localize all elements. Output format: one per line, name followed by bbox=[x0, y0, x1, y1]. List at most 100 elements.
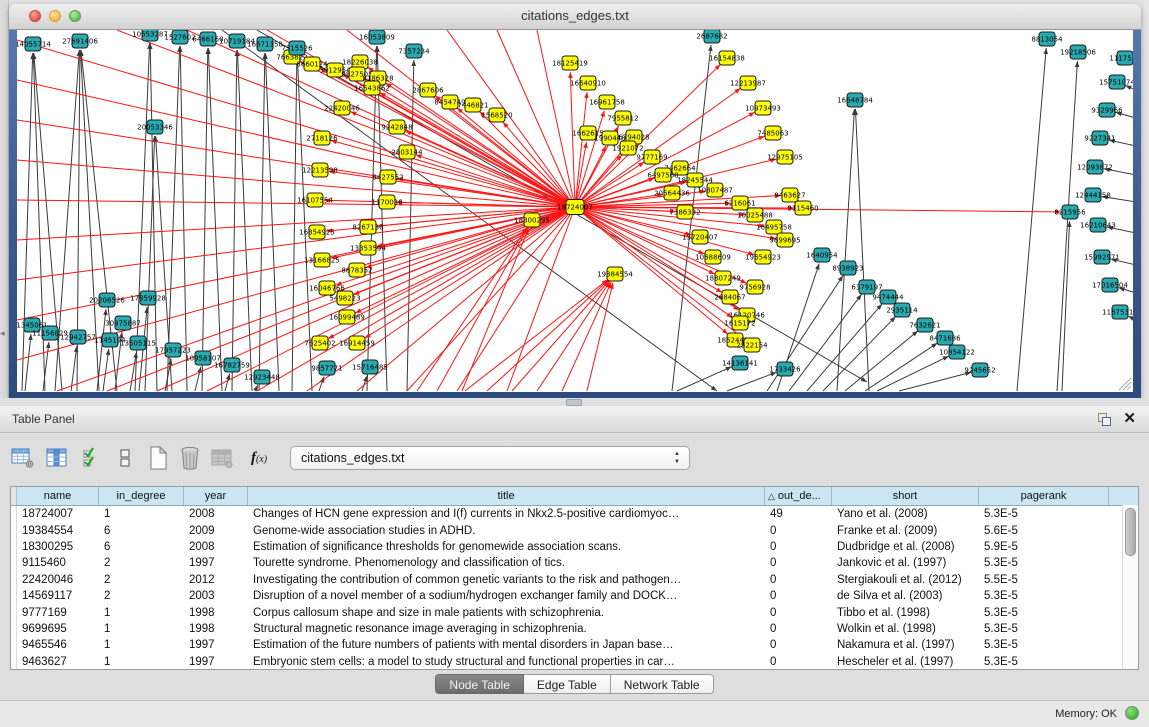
table-cell[interactable]: 9465546 bbox=[17, 639, 99, 651]
table-row[interactable]: 1456911722003Disruption of a novel membe… bbox=[11, 588, 1138, 604]
function-builder-button[interactable]: f(x) bbox=[244, 442, 274, 474]
table-cell[interactable]: 6 bbox=[99, 525, 184, 537]
table-row[interactable]: 2242004622012Investigating the contribut… bbox=[11, 572, 1138, 588]
table-row[interactable]: 946554611997Estimation of the future num… bbox=[11, 637, 1138, 653]
table-settings-button[interactable] bbox=[8, 442, 38, 474]
table-cell[interactable]: 1997 bbox=[184, 639, 248, 651]
table-cell[interactable]: 1997 bbox=[184, 557, 248, 569]
table-cell[interactable]: 2 bbox=[99, 574, 184, 586]
table-selector[interactable]: citations_edges.txt ▲▼ bbox=[290, 446, 690, 470]
column-header-short[interactable]: short bbox=[832, 487, 979, 505]
table-row[interactable]: 1830029562008Estimation of significance … bbox=[11, 539, 1138, 555]
network-canvas[interactable]: 1872400718300295193845547663822866012439… bbox=[17, 30, 1133, 392]
table-cell[interactable]: 5.3E-5 bbox=[979, 590, 1109, 602]
float-panel-button[interactable] bbox=[1098, 413, 1111, 426]
splitter-handle-icon[interactable] bbox=[566, 399, 582, 406]
table-cell[interactable]: 5.3E-5 bbox=[979, 656, 1109, 668]
column-header-title[interactable]: title bbox=[248, 487, 765, 505]
table-cell[interactable]: 0 bbox=[765, 590, 832, 602]
column-header-pagerank[interactable]: pagerank bbox=[979, 487, 1109, 505]
table-cell[interactable]: Tibbo et al. (1998) bbox=[832, 607, 979, 619]
table-cell[interactable]: Genome-wide association studies in ADHD. bbox=[248, 525, 765, 537]
table-cell[interactable]: 1998 bbox=[184, 623, 248, 635]
table-cell[interactable]: 5.3E-5 bbox=[979, 623, 1109, 635]
table-cell[interactable]: 1 bbox=[99, 623, 184, 635]
table-cell[interactable]: 2008 bbox=[184, 508, 248, 520]
table-cell[interactable]: 22420046 bbox=[17, 574, 99, 586]
table-cell[interactable]: 1 bbox=[99, 607, 184, 619]
table-cell[interactable]: 1 bbox=[99, 639, 184, 651]
table-cell[interactable]: 0 bbox=[765, 525, 832, 537]
table-cell[interactable]: 5.3E-5 bbox=[979, 557, 1109, 569]
table-cell[interactable]: 18300295 bbox=[17, 541, 99, 553]
table-cell[interactable]: 1 bbox=[99, 656, 184, 668]
table-cell[interactable]: de Silva et al. (2003) bbox=[832, 590, 979, 602]
left-panel-splitter[interactable]: ◂ bbox=[0, 0, 9, 398]
table-cell[interactable]: Wolkin et al. (1998) bbox=[832, 623, 979, 635]
table-row[interactable]: 1872400712008Changes of HCN gene express… bbox=[11, 506, 1138, 522]
table-cell[interactable]: 0 bbox=[765, 574, 832, 586]
table-cell[interactable]: Estimation of the future numbers of pati… bbox=[248, 639, 765, 651]
table-cell[interactable]: 9115460 bbox=[17, 557, 99, 569]
table-cell[interactable]: 2008 bbox=[184, 541, 248, 553]
table-cell[interactable]: Tourette syndrome. Phenomenology and cla… bbox=[248, 557, 765, 569]
tab-node-table[interactable]: Node Table bbox=[435, 674, 524, 694]
table-cell[interactable]: Changes of HCN gene expression and I(f) … bbox=[248, 508, 765, 520]
table-cell[interactable]: 0 bbox=[765, 623, 832, 635]
table-cell[interactable]: 5.3E-5 bbox=[979, 508, 1109, 520]
table-cell[interactable]: 6 bbox=[99, 541, 184, 553]
table-cell[interactable]: 0 bbox=[765, 639, 832, 651]
table-cell[interactable]: Nakamura et al. (1997) bbox=[832, 639, 979, 651]
table-cell[interactable]: 0 bbox=[765, 541, 832, 553]
table-cell[interactable]: 18724007 bbox=[17, 508, 99, 520]
table-cell[interactable]: 5.6E-5 bbox=[979, 525, 1109, 537]
table-cell[interactable]: Disruption of a novel member of a sodium… bbox=[248, 590, 765, 602]
table-cell[interactable]: 2009 bbox=[184, 525, 248, 537]
table-row[interactable]: 977716911998Corpus callosum shape and si… bbox=[11, 604, 1138, 620]
row-height-button[interactable] bbox=[110, 442, 140, 474]
table-cell[interactable]: Structural magnetic resonance image aver… bbox=[248, 623, 765, 635]
table-cell[interactable]: 0 bbox=[765, 607, 832, 619]
table-cell[interactable]: Embryonic stem cells: a model to study s… bbox=[248, 656, 765, 668]
table-scrollbar-thumb[interactable] bbox=[1125, 508, 1136, 556]
tab-edge-table[interactable]: Edge Table bbox=[524, 674, 611, 694]
network-window-titlebar[interactable]: citations_edges.txt bbox=[9, 4, 1141, 30]
table-cell[interactable]: 2012 bbox=[184, 574, 248, 586]
table-cell[interactable]: Dudbridge et al. (2008) bbox=[832, 541, 979, 553]
table-cell[interactable]: 2003 bbox=[184, 590, 248, 602]
table-cell[interactable]: Estimation of significance thresholds fo… bbox=[248, 541, 765, 553]
table-cell[interactable]: Corpus callosum shape and size in male p… bbox=[248, 607, 765, 619]
table-cell[interactable]: 5.5E-5 bbox=[979, 574, 1109, 586]
tab-network-table[interactable]: Network Table bbox=[611, 674, 714, 694]
table-cell[interactable]: Stergiakouli et al. (2012) bbox=[832, 574, 979, 586]
table-cell[interactable]: 1 bbox=[99, 508, 184, 520]
table-cell[interactable]: 5.9E-5 bbox=[979, 541, 1109, 553]
table-cell[interactable]: 5.3E-5 bbox=[979, 607, 1109, 619]
close-panel-button[interactable]: ✕ bbox=[1123, 409, 1136, 427]
resize-grip-icon[interactable] bbox=[1119, 378, 1131, 390]
table-row[interactable]: 911546021997Tourette syndrome. Phenomeno… bbox=[11, 555, 1138, 571]
table-cell[interactable]: 9777169 bbox=[17, 607, 99, 619]
delete-rows-button[interactable] bbox=[175, 442, 205, 474]
delete-table-button[interactable] bbox=[207, 442, 237, 474]
table-cell[interactable]: 2 bbox=[99, 590, 184, 602]
table-cell[interactable]: 9463627 bbox=[17, 656, 99, 668]
table-cell[interactable]: 0 bbox=[765, 656, 832, 668]
column-header-year[interactable]: year bbox=[184, 487, 248, 505]
table-cell[interactable]: Franke et al. (2009) bbox=[832, 525, 979, 537]
table-cell[interactable]: Hescheler et al. (1997) bbox=[832, 656, 979, 668]
table-row[interactable]: 969969511998Structural magnetic resonanc… bbox=[11, 621, 1138, 637]
select-column-button[interactable] bbox=[42, 442, 72, 474]
table-cell[interactable]: 1997 bbox=[184, 656, 248, 668]
table-cell[interactable]: 2 bbox=[99, 557, 184, 569]
table-cell[interactable]: 9699695 bbox=[17, 623, 99, 635]
table-cell[interactable]: 14569117 bbox=[17, 590, 99, 602]
row-checklist-button[interactable] bbox=[78, 442, 108, 474]
table-cell[interactable]: 0 bbox=[765, 557, 832, 569]
network-svg[interactable]: 1872400718300295193845547663822866012439… bbox=[17, 30, 1133, 392]
column-header-name[interactable]: name bbox=[17, 487, 99, 505]
table-cell[interactable]: Investigating the contribution of common… bbox=[248, 574, 765, 586]
table-cell[interactable]: 49 bbox=[765, 508, 832, 520]
collapse-left-arrow-icon[interactable]: ◂ bbox=[0, 328, 5, 339]
table-cell[interactable]: Yano et al. (2008) bbox=[832, 508, 979, 520]
